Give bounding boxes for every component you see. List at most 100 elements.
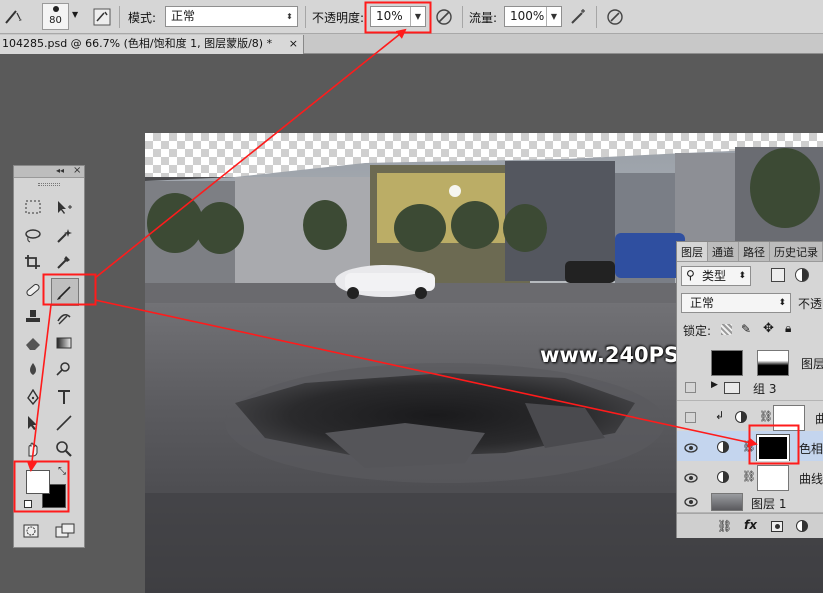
document-tab-bar: 104285.psd @ 66.7% (色相/饱和度 1, 图层蒙版/8) * … <box>0 34 823 54</box>
brush-size-value: 80 <box>49 15 62 26</box>
chevron-down-icon[interactable]: ▼ <box>72 10 78 19</box>
layers-panel: 图层 通道 路径 历史记录 ⚲ 类型 ⬍ 正常 ⬍ 不透明 锁定: ✎ ✥ 🔒︎… <box>676 241 823 538</box>
fx-icon[interactable]: fx <box>744 518 757 532</box>
tools-panel-header[interactable]: ◂◂ × <box>14 165 84 178</box>
hand-tool-icon[interactable] <box>22 438 44 460</box>
eye-icon[interactable] <box>683 494 699 510</box>
layer-row[interactable]: ↲ ⛓ 曲 <box>677 401 823 435</box>
dodge-tool-icon[interactable] <box>53 358 75 380</box>
link-icon[interactable]: ⛓ <box>742 440 756 453</box>
lasso-tool-icon[interactable] <box>22 224 44 246</box>
options-bar: 80 ▼ 模式: 正常 ⬍ 不透明度: 10% ▼ 流量: 100% ▼ <box>0 0 823 34</box>
healing-brush-icon[interactable] <box>22 279 44 301</box>
updown-arrow-icon: ⬍ <box>738 271 746 281</box>
opacity-input[interactable]: 10% ▼ <box>370 6 426 27</box>
mode-select[interactable]: 正常 ⬍ <box>165 6 298 27</box>
link-layers-icon[interactable]: ⛓ <box>717 519 732 533</box>
lock-transparent-icon[interactable] <box>721 324 732 335</box>
layer-filter-select[interactable]: ⚲ 类型 ⬍ <box>681 266 751 286</box>
adjustment-layer-icon <box>735 411 747 423</box>
airbrush-icon[interactable] <box>567 6 589 28</box>
layer-row[interactable]: 图层 <box>677 346 823 380</box>
lock-pixels-icon[interactable]: ✎ <box>741 322 751 336</box>
layer-row[interactable]: ▶ 组 3 <box>677 376 823 401</box>
adjustment-filter-icon[interactable] <box>795 268 809 282</box>
brush-tool-icon[interactable] <box>51 278 79 306</box>
filter-type-label: 类型 <box>702 269 727 283</box>
pressure-size-icon[interactable] <box>604 6 626 28</box>
magic-wand-icon[interactable] <box>53 224 75 246</box>
document-tab[interactable]: 104285.psd @ 66.7% (色相/饱和度 1, 图层蒙版/8) * … <box>0 35 304 54</box>
zoom-tool-icon[interactable] <box>53 438 75 460</box>
brush-dot-icon <box>53 6 59 12</box>
opacity-label: 不透明度: <box>312 11 365 25</box>
path-selection-icon[interactable] <box>22 412 44 434</box>
layer-row[interactable]: 图层 1 <box>677 491 823 513</box>
tab-paths[interactable]: 路径 <box>739 242 770 261</box>
gradient-tool-icon[interactable] <box>53 332 75 354</box>
mode-label: 模式: <box>128 11 157 25</box>
layer-row-selected[interactable]: ⛓ 色相 <box>677 431 823 465</box>
type-tool-icon[interactable] <box>53 386 75 408</box>
brush-size-picker[interactable]: 80 <box>42 3 69 30</box>
add-mask-icon[interactable] <box>771 521 783 532</box>
line-tool-icon[interactable] <box>53 412 75 434</box>
eye-icon[interactable] <box>683 440 699 456</box>
visibility-toggle[interactable] <box>685 412 696 423</box>
eye-icon[interactable] <box>683 470 699 486</box>
clip-arrow-icon: ↲ <box>715 409 725 422</box>
brush-panel-toggle-icon[interactable] <box>91 6 113 28</box>
chevron-down-icon[interactable]: ▼ <box>410 7 425 26</box>
flow-value: 100% <box>510 9 545 23</box>
swap-colors-icon[interactable]: ⤡ <box>58 466 66 477</box>
new-adjustment-icon[interactable] <box>796 520 808 532</box>
blur-tool-icon[interactable] <box>22 358 44 380</box>
close-icon[interactable]: × <box>73 165 81 176</box>
layer-name: 曲线 <box>799 472 823 486</box>
collapse-icon[interactable]: ◂◂ <box>56 166 64 175</box>
search-icon: ⚲ <box>686 268 695 282</box>
eraser-tool-icon[interactable] <box>22 332 44 354</box>
expand-triangle-icon[interactable]: ▶ <box>711 380 718 390</box>
updown-arrow-icon: ⬍ <box>778 298 786 308</box>
history-brush-icon[interactable] <box>53 306 75 328</box>
pen-tool-icon[interactable] <box>22 386 44 408</box>
pressure-opacity-icon[interactable] <box>433 6 455 28</box>
mode-value: 正常 <box>171 9 196 23</box>
blend-mode-value: 正常 <box>690 296 715 310</box>
layer-mask-thumbnail[interactable] <box>756 434 790 462</box>
image-filter-icon[interactable] <box>771 268 785 282</box>
layer-mask-thumbnail[interactable] <box>757 350 789 376</box>
tab-history[interactable]: 历史记录 <box>770 242 823 261</box>
quick-mask-icon[interactable] <box>20 520 42 542</box>
crop-tool-icon[interactable] <box>22 251 44 273</box>
link-icon[interactable]: ⛓ <box>742 470 756 483</box>
lock-position-icon[interactable]: ✥ <box>763 321 774 336</box>
document-title: 104285.psd @ 66.7% (色相/饱和度 1, 图层蒙版/8) * <box>2 37 273 50</box>
layer-row[interactable]: ⛓ 曲线 <box>677 461 823 495</box>
close-icon[interactable]: × <box>289 35 298 53</box>
foreground-color-swatch[interactable] <box>26 470 50 494</box>
layer-mask-thumbnail[interactable] <box>757 465 789 491</box>
move-tool-icon[interactable] <box>53 196 75 218</box>
flow-input[interactable]: 100% ▼ <box>504 6 562 27</box>
eyedropper-icon[interactable] <box>53 251 75 273</box>
opacity-value: 10% <box>376 9 403 23</box>
lock-all-icon[interactable]: 🔒︎ <box>785 321 791 336</box>
blend-mode-select[interactable]: 正常 ⬍ <box>681 293 791 313</box>
tab-channels[interactable]: 通道 <box>708 242 739 261</box>
layer-mask-thumbnail[interactable] <box>773 405 805 431</box>
visibility-toggle[interactable] <box>685 382 696 393</box>
clone-stamp-icon[interactable] <box>22 306 44 328</box>
layer-name: 曲 <box>815 410 823 427</box>
chevron-down-icon[interactable]: ▼ <box>546 7 561 26</box>
updown-arrow-icon: ⬍ <box>286 12 293 21</box>
brush-tool-preset-icon[interactable] <box>2 6 24 28</box>
tab-layers[interactable]: 图层 <box>677 242 708 261</box>
link-icon[interactable]: ⛓ <box>759 410 773 423</box>
layer-thumbnail <box>711 493 743 511</box>
default-colors-icon[interactable] <box>24 500 32 508</box>
marquee-tool-icon[interactable] <box>22 196 44 218</box>
screen-mode-icon[interactable] <box>54 520 76 542</box>
panel-tabs: 图层 通道 路径 历史记录 <box>677 242 823 262</box>
